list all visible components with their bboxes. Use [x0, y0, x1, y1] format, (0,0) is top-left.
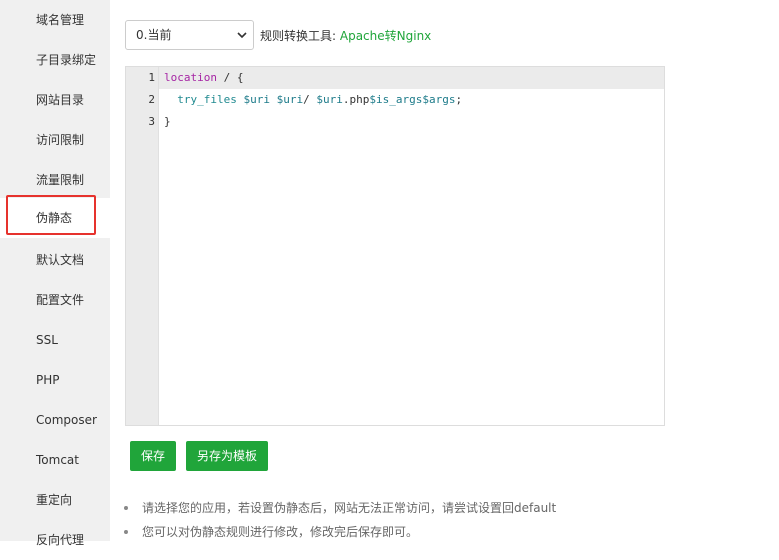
- variable: $args: [422, 93, 456, 106]
- sidebar-item-access-restriction[interactable]: 访问限制: [0, 120, 110, 160]
- rule-converter-label: 规则转换工具:: [260, 29, 337, 43]
- sidebar-item-traffic-limit[interactable]: 流量限制: [0, 160, 110, 200]
- rewrite-template-select[interactable]: 0.当前: [125, 20, 254, 50]
- code-line-2: try_files $uri $uri/ $uri.php$is_args$ar…: [164, 89, 462, 111]
- sidebar-item-subdirectory-binding[interactable]: 子目录绑定: [0, 40, 110, 80]
- code-editor[interactable]: 1 2 3 location / { try_files $uri $uri/ …: [125, 66, 665, 426]
- code-text: ;: [455, 93, 463, 106]
- line-number: 3: [148, 115, 155, 128]
- sidebar-item-domain-management[interactable]: 域名管理: [0, 0, 110, 40]
- save-as-template-button[interactable]: 另存为模板: [186, 441, 268, 471]
- code-text: /: [303, 93, 317, 106]
- line-number: 1: [148, 71, 155, 84]
- keyword-location: location: [164, 71, 217, 84]
- sidebar-item-redirect[interactable]: 重定向: [0, 480, 110, 520]
- tip-text: 请选择您的应用，若设置伪静态后，网站无法正常访问，请尝试设置回default: [142, 501, 557, 515]
- code-text: }: [164, 115, 171, 128]
- sidebar-nav: 域名管理 子目录绑定 网站目录 访问限制 流量限制 伪静态 默认文档 配置文件 …: [0, 0, 110, 547]
- rule-converter: 规则转换工具: Apache转Nginx: [260, 27, 431, 44]
- sidebar-item-ssl[interactable]: SSL: [0, 320, 110, 360]
- sidebar-item-rewrite[interactable]: 伪静态: [0, 198, 110, 238]
- sidebar-item-config-file[interactable]: 配置文件: [0, 280, 110, 320]
- sidebar-item-default-document[interactable]: 默认文档: [0, 240, 110, 280]
- code-text: / {: [216, 71, 244, 84]
- apache-to-nginx-link[interactable]: Apache转Nginx: [340, 29, 431, 43]
- bullet-icon: [124, 506, 128, 510]
- bullet-icon: [124, 530, 128, 534]
- save-button[interactable]: 保存: [130, 441, 176, 471]
- variable: $uri: [316, 93, 343, 106]
- chevron-down-icon: [235, 21, 249, 49]
- variable: $uri: [276, 93, 304, 106]
- sidebar-item-php[interactable]: PHP: [0, 360, 110, 400]
- code-line-3: }: [164, 111, 171, 133]
- sidebar-item-composer[interactable]: Composer: [0, 400, 110, 440]
- rewrite-template-select-value: 0.当前: [136, 28, 172, 42]
- tip-text: 您可以对伪静态规则进行修改，修改完后保存即可。: [142, 525, 419, 539]
- line-number: 2: [148, 93, 155, 106]
- variable: $uri: [243, 93, 270, 106]
- code-line-1: location / {: [164, 67, 243, 89]
- sidebar-item-tomcat[interactable]: Tomcat: [0, 440, 110, 480]
- tip-item: 请选择您的应用，若设置伪静态后，网站无法正常访问，请尝试设置回default: [124, 500, 556, 524]
- directive-try-files: try_files: [177, 93, 237, 106]
- tip-item: 您可以对伪静态规则进行修改，修改完后保存即可。: [124, 524, 556, 548]
- sidebar-item-reverse-proxy[interactable]: 反向代理: [0, 520, 110, 560]
- variable: $is_args: [369, 93, 423, 106]
- sidebar-item-site-directory[interactable]: 网站目录: [0, 80, 110, 120]
- code-text: .php: [342, 93, 370, 106]
